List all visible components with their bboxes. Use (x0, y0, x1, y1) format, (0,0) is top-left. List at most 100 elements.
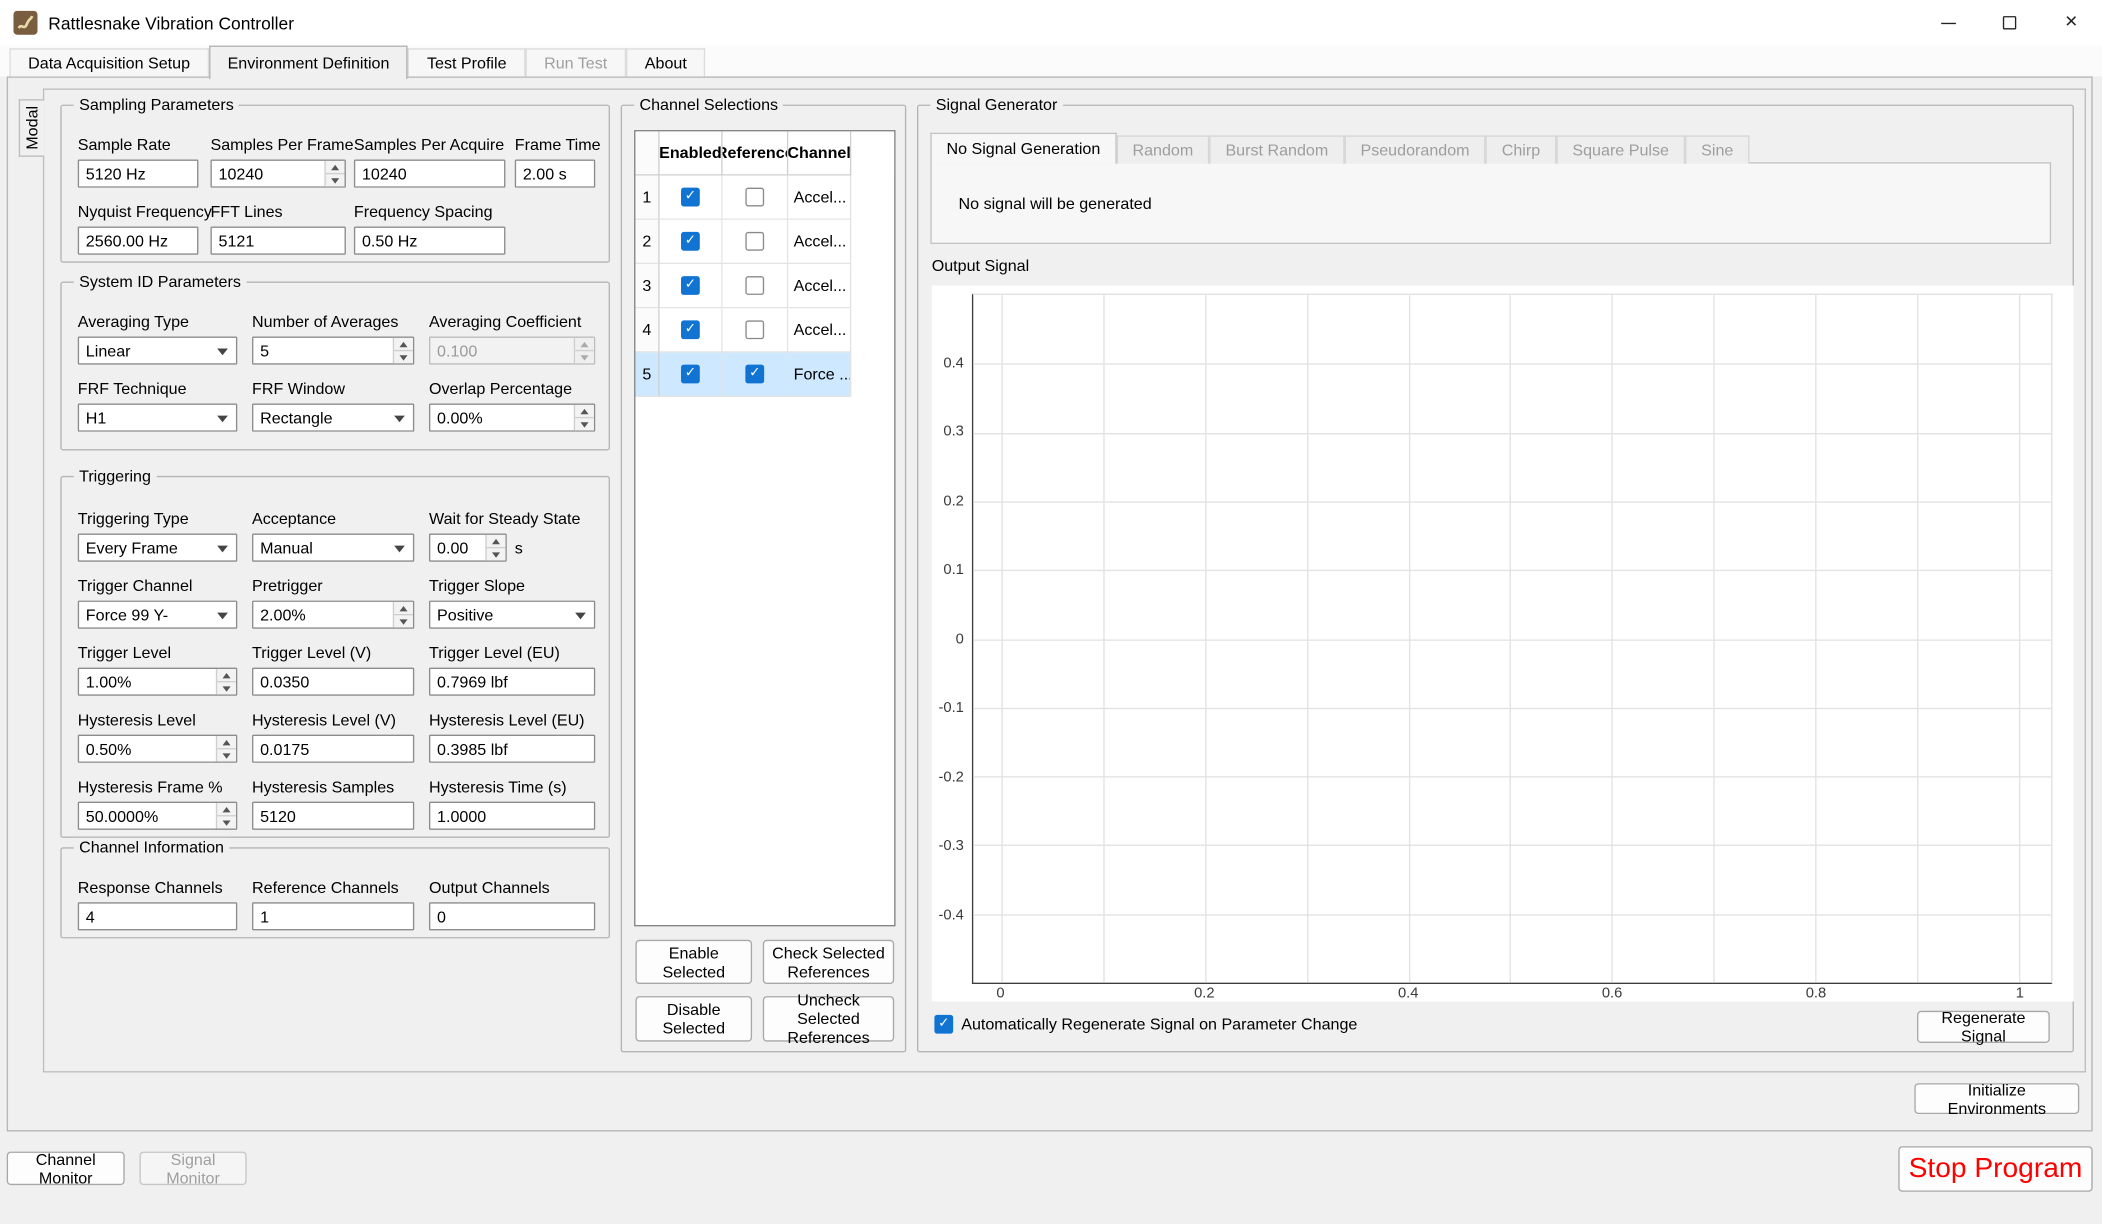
stop-program-button[interactable]: Stop Program (1898, 1146, 2092, 1192)
spin-down-icon (217, 816, 236, 828)
y-tick-label: -0.2 (938, 769, 963, 785)
gridline-horizontal (973, 501, 2051, 502)
close-button[interactable]: × (2040, 0, 2102, 46)
trigger-channel-field[interactable]: Force 99 Y- (78, 601, 238, 629)
tab-modal-environment[interactable]: Modal (19, 99, 44, 157)
channel-table[interactable]: Enabled Reference Channel 1 ✓ Accel... 2 ✓ Ac… (634, 130, 895, 926)
maximize-button[interactable] (1979, 0, 2041, 46)
check-selected-references-button[interactable]: Check Selected References (763, 940, 894, 984)
table-corner-cell[interactable] (635, 131, 659, 175)
trigger-level-eu-field[interactable]: 0.7969 lbf (429, 668, 595, 696)
spinner-buttons[interactable] (216, 803, 236, 828)
frf-window-field[interactable]: Rectangle (252, 404, 414, 432)
table-row[interactable]: 4 ✓ Accel... (635, 308, 894, 352)
reference-checkbox[interactable] (745, 276, 764, 295)
response-channels-field[interactable]: 4 (78, 902, 238, 930)
table-row[interactable]: 3 ✓ Accel... (635, 264, 894, 308)
tab-test-profile[interactable]: Test Profile (408, 48, 525, 76)
fft-lines-field[interactable]: 5121 (210, 227, 345, 255)
channel-cell[interactable]: Accel... (788, 220, 851, 264)
acceptance-field[interactable]: Manual (252, 534, 414, 562)
table-row[interactable]: 2 ✓ Accel... (635, 220, 894, 264)
x-tick-label: 0.2 (1194, 985, 1215, 1001)
frequency-spacing-field[interactable]: 0.50 Hz (354, 227, 505, 255)
spinner-buttons[interactable] (393, 602, 413, 627)
trigger-slope-field[interactable]: Positive (429, 601, 595, 629)
hysteresis-level-field[interactable]: 0.50% (78, 735, 238, 763)
enabled-checkbox[interactable]: ✓ (681, 276, 700, 295)
output-channels-field[interactable]: 0 (429, 902, 595, 930)
triggering-type-field[interactable]: Every Frame (78, 534, 238, 562)
reference-checkbox[interactable] (745, 188, 764, 207)
averaging-coefficient-label: Averaging Coefficient (429, 312, 603, 331)
column-header-enabled[interactable]: Enabled (660, 131, 723, 175)
group-title-sampling: Sampling Parameters (74, 95, 239, 115)
frame-time-field[interactable]: 2.00 s (515, 160, 595, 188)
sample-rate-label: Sample Rate (78, 135, 211, 154)
enabled-checkbox[interactable]: ✓ (681, 365, 700, 384)
row-index[interactable]: 1 (635, 176, 659, 220)
spinner-buttons[interactable] (324, 161, 344, 186)
averaging-type-field[interactable]: Linear (78, 336, 238, 364)
hysteresis-frame-pct-field[interactable]: 50.0000% (78, 802, 238, 830)
sample-rate-field[interactable]: 5120 Hz (78, 160, 199, 188)
row-index[interactable]: 5 (635, 353, 659, 397)
column-header-reference[interactable]: Reference (723, 131, 789, 175)
row-index[interactable]: 2 (635, 220, 659, 264)
reference-channels-field[interactable]: 1 (252, 902, 414, 930)
spinner-buttons[interactable] (216, 669, 236, 694)
reference-checkbox[interactable] (745, 320, 764, 339)
auto-regenerate-checkbox[interactable]: ✓ (934, 1015, 953, 1034)
enabled-checkbox[interactable]: ✓ (681, 188, 700, 207)
spinner-buttons[interactable] (574, 405, 594, 430)
disable-selected-button[interactable]: Disable Selected (635, 996, 752, 1042)
hysteresis-samples-field[interactable]: 5120 (252, 802, 414, 830)
trigger-level-field[interactable]: 1.00% (78, 668, 238, 696)
samples-per-frame-field[interactable]: 10240 (210, 160, 345, 188)
hysteresis-level-v-field[interactable]: 0.0175 (252, 735, 414, 763)
column-header-channel[interactable]: Channel (788, 131, 851, 175)
y-tick-label: 0.1 (943, 562, 964, 578)
samples-per-acquire-field[interactable]: 10240 (354, 160, 505, 188)
row-index[interactable]: 4 (635, 308, 659, 352)
overlap-percentage-field[interactable]: 0.00% (429, 404, 595, 432)
hysteresis-level-eu-field[interactable]: 0.3985 lbf (429, 735, 595, 763)
triggering-form: Triggering TypeEvery FrameAcceptanceManu… (62, 477, 609, 830)
row-index[interactable]: 3 (635, 264, 659, 308)
trigger-level-v-field[interactable]: 0.0350 (252, 668, 414, 696)
reference-checkbox[interactable]: ✓ (745, 365, 764, 384)
minimize-button[interactable] (1917, 0, 1979, 46)
table-row[interactable]: 5 ✓ ✓ Force ... (635, 353, 894, 397)
frf-technique-field[interactable]: H1 (78, 404, 238, 432)
tab-data-acquisition-setup[interactable]: Data Acquisition Setup (9, 48, 208, 76)
enable-selected-button[interactable]: Enable Selected (635, 940, 752, 984)
y-tick-label: -0.1 (938, 700, 963, 716)
channel-cell[interactable]: Accel... (788, 176, 851, 220)
enabled-checkbox[interactable]: ✓ (681, 232, 700, 251)
channel-monitor-button[interactable]: Channel Monitor (7, 1152, 125, 1186)
wait-for-steady-state-field[interactable]: 0.00 (429, 534, 507, 562)
channel-information-form: Response Channels4Reference Channels1Out… (62, 849, 609, 931)
spinner-buttons[interactable] (393, 338, 413, 363)
tab-no-signal-generation[interactable]: No Signal Generation (930, 133, 1116, 164)
table-row[interactable]: 1 ✓ Accel... (635, 176, 894, 220)
reference-checkbox[interactable] (745, 232, 764, 251)
channel-cell[interactable]: Accel... (788, 264, 851, 308)
app-window: Rattlesnake Vibration Controller × Data … (0, 0, 2102, 1224)
channel-cell[interactable]: Force ... (788, 353, 851, 397)
tab-about[interactable]: About (626, 48, 706, 76)
initialize-environments-button[interactable]: Initialize Environments (1914, 1083, 2079, 1114)
channel-cell[interactable]: Accel... (788, 308, 851, 352)
uncheck-selected-references-button[interactable]: Uncheck Selected References (763, 996, 894, 1042)
hysteresis-time-field[interactable]: 1.0000 (429, 802, 595, 830)
nyquist-frequency-field[interactable]: 2560.00 Hz (78, 227, 199, 255)
y-tick-label: 0.2 (943, 493, 964, 509)
enabled-checkbox[interactable]: ✓ (681, 320, 700, 339)
spinner-buttons[interactable] (216, 736, 236, 761)
tab-environment-definition[interactable]: Environment Definition (209, 46, 408, 80)
regenerate-signal-button[interactable]: Regenerate Signal (1917, 1011, 2050, 1043)
number-of-averages-field[interactable]: 5 (252, 336, 414, 364)
spinner-buttons[interactable] (485, 535, 505, 560)
gridline-horizontal (973, 914, 2051, 915)
pretrigger-field[interactable]: 2.00% (252, 601, 414, 629)
